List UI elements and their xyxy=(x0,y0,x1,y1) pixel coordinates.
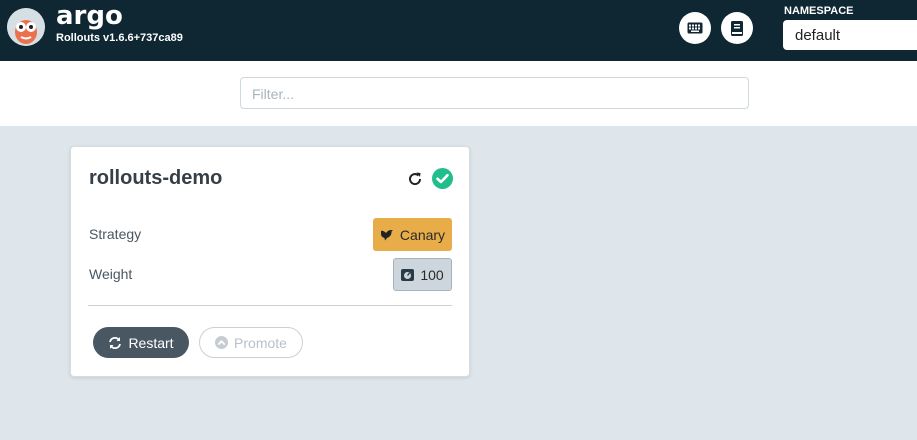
divider xyxy=(88,305,452,306)
sync-icon xyxy=(109,336,122,349)
refresh-icon[interactable] xyxy=(407,171,423,187)
check-circle-icon xyxy=(432,168,453,189)
restart-label: Restart xyxy=(128,334,174,351)
keyboard-shortcuts-button[interactable] xyxy=(679,12,711,44)
chevron-up-circle-icon xyxy=(215,336,229,349)
strategy-badge: Canary xyxy=(373,218,452,251)
canary-bird-icon xyxy=(380,229,393,240)
promote-button[interactable]: Promote xyxy=(199,327,303,358)
namespace-label: NAMESPACE xyxy=(784,5,854,17)
namespace-input[interactable]: default xyxy=(783,20,917,50)
strategy-value: Canary xyxy=(399,226,446,243)
filter-input[interactable]: Filter... xyxy=(240,77,749,109)
rollout-name: rollouts-demo xyxy=(89,167,223,189)
weight-label: Weight xyxy=(89,266,133,282)
documentation-button[interactable] xyxy=(721,12,753,44)
weight-value: 100 xyxy=(420,266,444,283)
filter-bar: Filter... xyxy=(0,61,917,126)
restart-button[interactable]: Restart xyxy=(93,327,189,358)
promote-label: Promote xyxy=(234,334,287,351)
brand-version: Rollouts v1.6.6+737ca89 xyxy=(56,32,183,44)
book-icon xyxy=(731,20,743,36)
argo-logo xyxy=(7,8,45,46)
strategy-label: Strategy xyxy=(89,226,142,242)
rollout-card[interactable]: rollouts-demo Strategy Canary Weight 100… xyxy=(70,146,470,377)
weight-icon xyxy=(401,269,415,281)
keyboard-icon xyxy=(687,22,703,34)
brand-name: argo xyxy=(56,1,123,31)
weight-badge: 100 xyxy=(393,258,452,291)
top-bar: argo Rollouts v1.6.6+737ca89 NAMESPACE d… xyxy=(0,0,917,61)
